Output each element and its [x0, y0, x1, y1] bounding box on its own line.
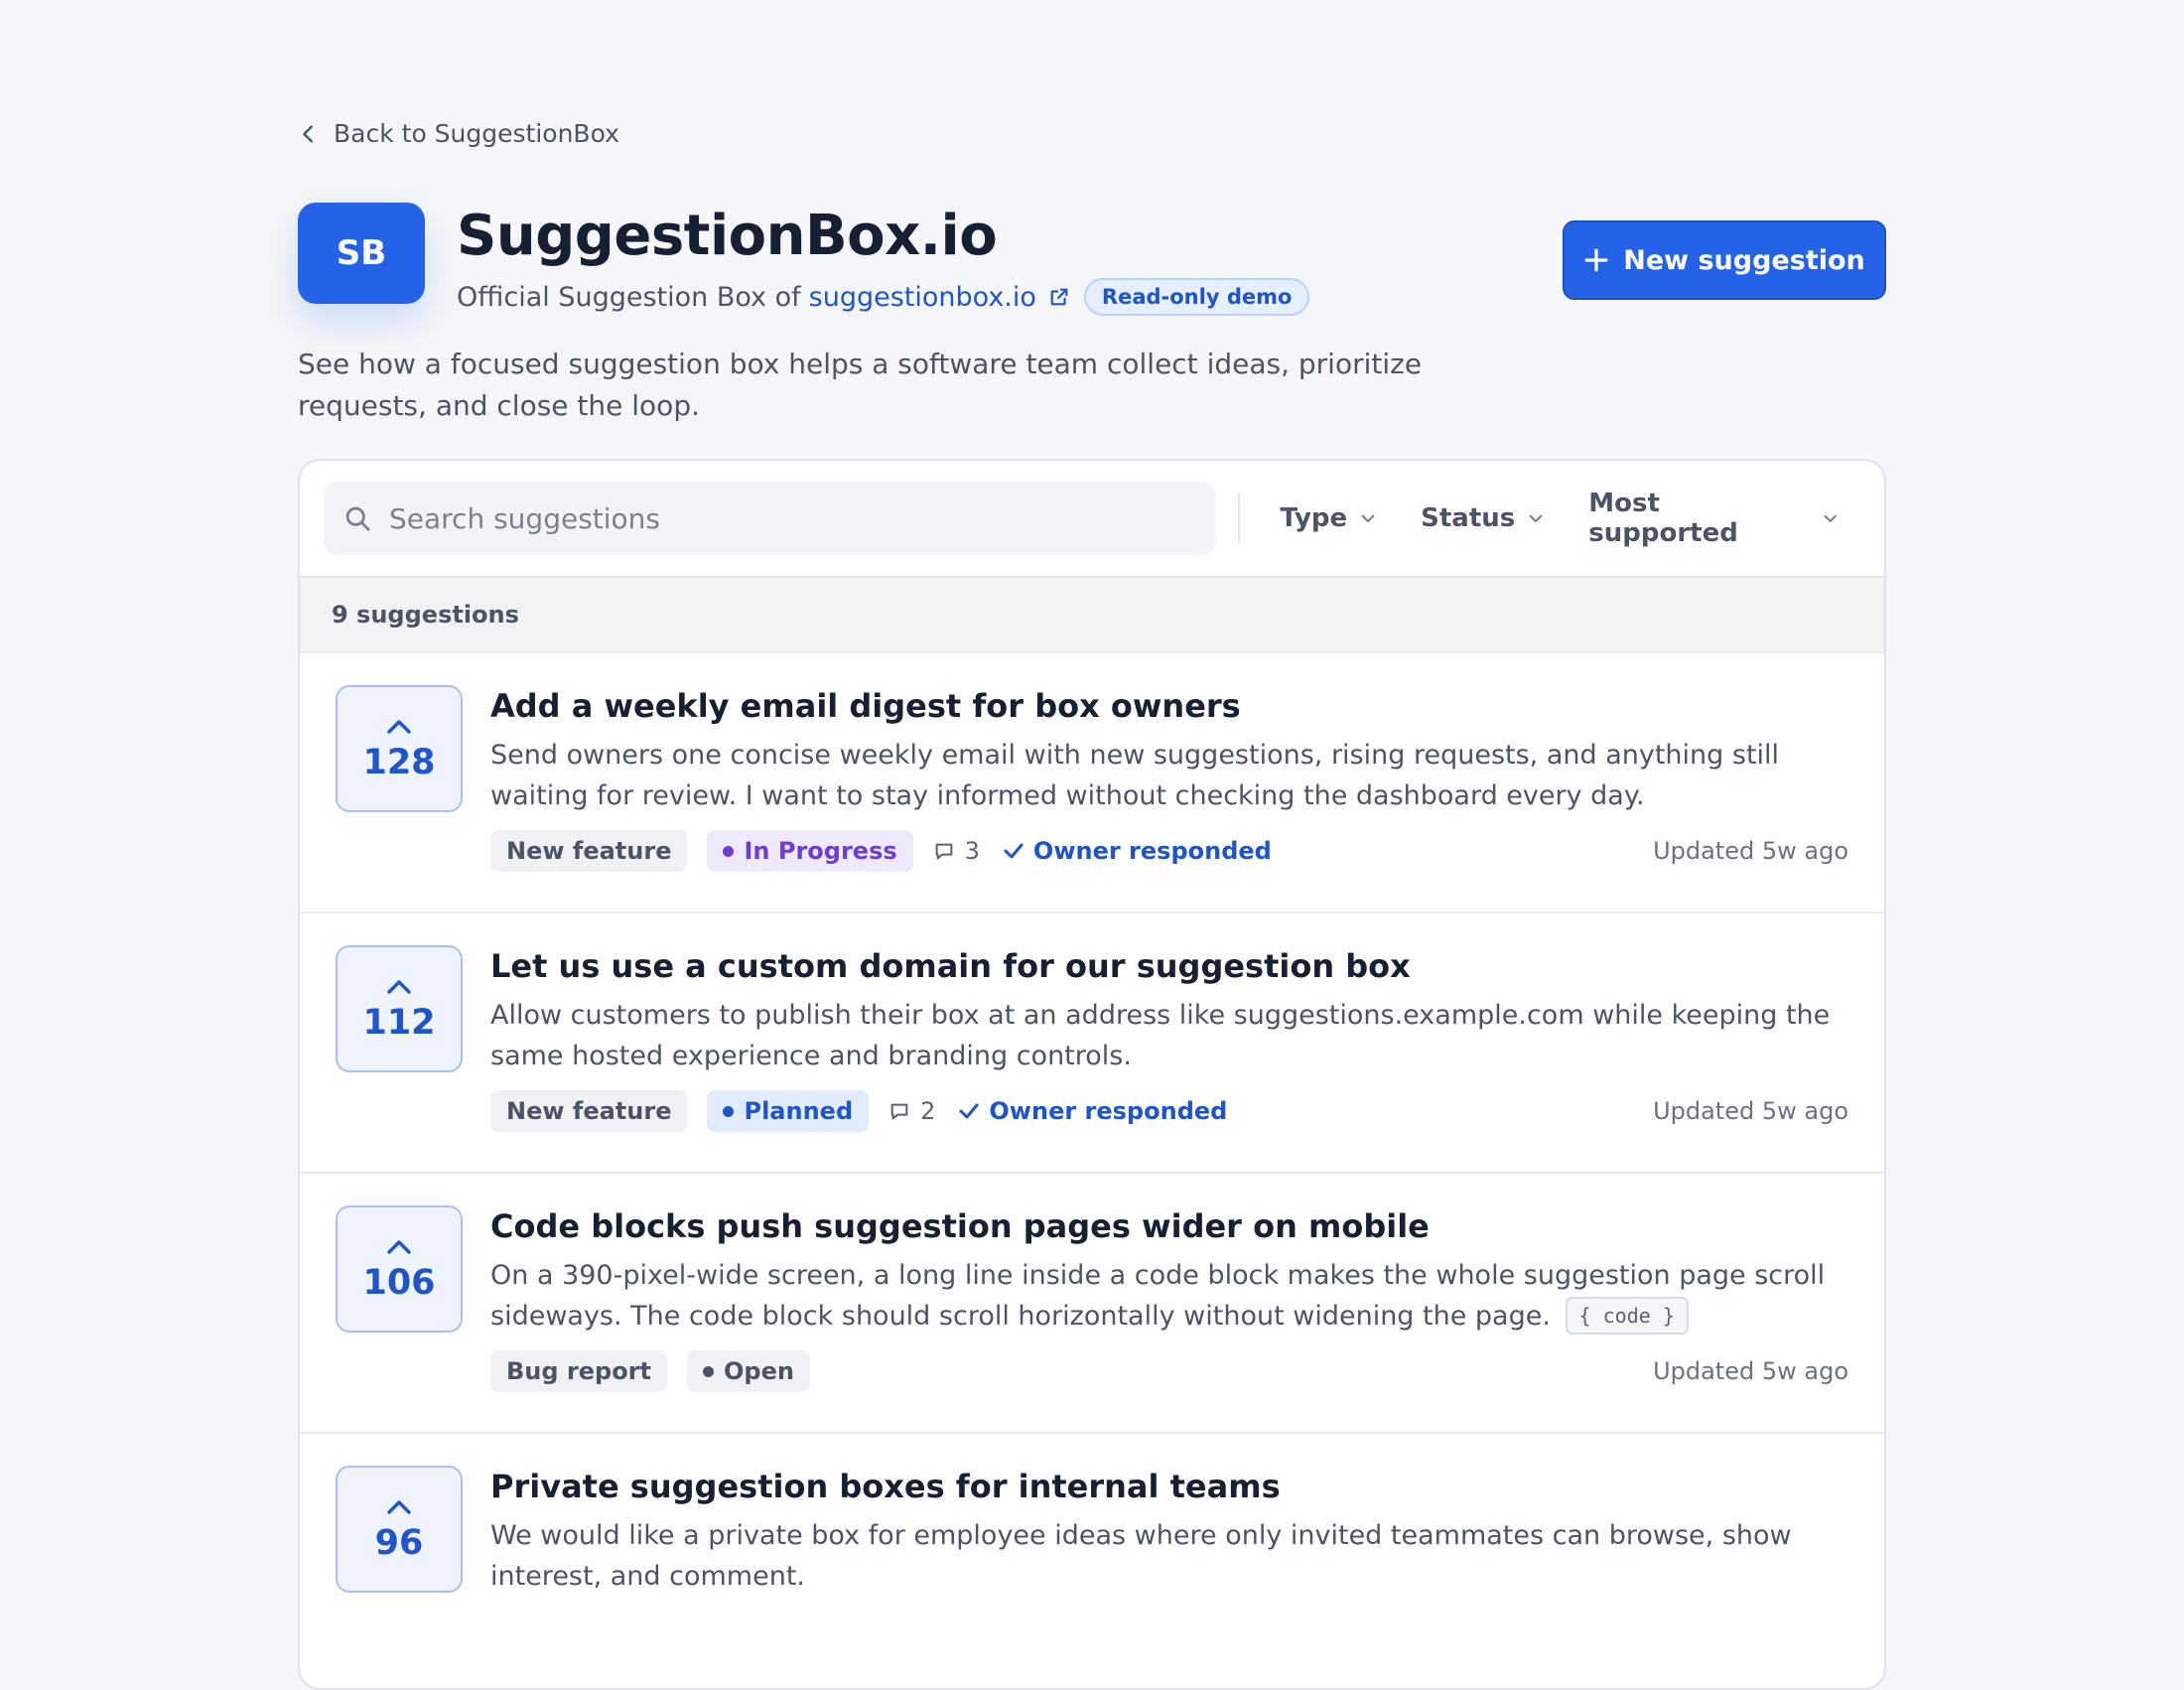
suggestion-meta: Bug report Open Updated 5w ago	[490, 1350, 1848, 1392]
suggestion-meta: New feature Planned 2 Owner responded Update…	[490, 1090, 1848, 1132]
upvote-arrow-icon	[387, 980, 411, 994]
suggestion-list: 128 Add a weekly email digest for box own…	[300, 653, 1884, 1688]
search-icon	[345, 506, 370, 531]
status-label: Planned	[744, 1097, 854, 1125]
status-dot	[723, 1105, 735, 1117]
upvote-arrow-icon	[387, 1500, 411, 1514]
chevron-down-icon	[1824, 514, 1837, 522]
suggestion-description: On a 390-pixel-wide screen, a long line …	[490, 1255, 1860, 1337]
suggestion-title[interactable]: Add a weekly email digest for box owners	[490, 687, 1241, 725]
upvote-button[interactable]: 128	[336, 685, 463, 812]
box-header: SB SuggestionBox.io Official Suggestion …	[298, 203, 1886, 316]
upvote-button[interactable]: 96	[336, 1466, 463, 1593]
intro-text: See how a focused suggestion box helps a…	[298, 348, 1423, 422]
suggestion-title[interactable]: Private suggestion boxes for internal te…	[490, 1468, 1281, 1505]
owner-responded: Owner responded	[1002, 837, 1272, 865]
new-suggestion-button[interactable]: New suggestion	[1563, 220, 1886, 300]
chevron-down-icon	[1361, 514, 1375, 523]
search-input[interactable]	[389, 501, 1197, 535]
status-filter[interactable]: Status	[1421, 503, 1545, 533]
back-link[interactable]: Back to SuggestionBox	[298, 119, 619, 148]
chevron-left-icon	[303, 124, 313, 143]
description-text: Send owners one concise weekly email wit…	[490, 740, 1780, 811]
suggestion-description: We would like a private box for employee…	[490, 1515, 1860, 1597]
sort-dropdown[interactable]: Most supported	[1588, 489, 1839, 548]
subtitle-prefix: Official Suggestion Box of	[457, 281, 801, 313]
comment-icon	[935, 843, 952, 860]
type-tag: New feature	[490, 830, 688, 872]
vote-count: 106	[362, 1263, 436, 1303]
vote-count: 128	[362, 743, 436, 782]
owner-responded-label: Owner responded	[1032, 837, 1272, 865]
suggestion-title[interactable]: Let us use a custom domain for our sugge…	[490, 947, 1411, 985]
type-tag: New feature	[490, 1090, 688, 1132]
status-dot	[703, 1365, 715, 1377]
type-tag: Bug report	[490, 1350, 668, 1392]
new-suggestion-label: New suggestion	[1623, 244, 1865, 276]
status-tag: Open	[687, 1350, 810, 1392]
status-tag: Planned	[707, 1090, 870, 1132]
website-link[interactable]: suggestionbox.io	[809, 282, 1036, 313]
sort-dropdown-label: Most supported	[1588, 489, 1738, 548]
external-link-icon[interactable]	[1048, 286, 1070, 308]
status-label: Open	[724, 1357, 794, 1385]
comment-count: 3	[933, 837, 980, 865]
description-text: Allow customers to publish their box at …	[490, 1000, 1831, 1071]
suggestion-row[interactable]: 106 Code blocks push suggestion pages wid…	[300, 1174, 1884, 1434]
suggestion-row[interactable]: 96 Private suggestion boxes for internal …	[300, 1434, 1884, 1688]
updated-time: Updated 5w ago	[1653, 837, 1848, 865]
box-logo: SB	[298, 203, 425, 304]
back-link-label: Back to SuggestionBox	[334, 119, 619, 148]
comment-icon	[890, 1103, 908, 1120]
status-label: In Progress	[744, 837, 897, 865]
suggestion-meta: New feature In Progress 3 Owner responded Up…	[490, 830, 1848, 872]
updated-time: Updated 5w ago	[1653, 1357, 1848, 1385]
check-icon	[959, 1103, 979, 1119]
upvote-arrow-icon	[387, 1240, 411, 1254]
suggestion-description: Allow customers to publish their box at …	[490, 995, 1860, 1076]
upvote-arrow-icon	[387, 720, 411, 734]
plus-icon	[1584, 248, 1608, 272]
vote-count: 112	[362, 1003, 436, 1043]
description-text: We would like a private box for employee…	[490, 1520, 1792, 1592]
box-subtitle: Official Suggestion Box of suggestionbox…	[457, 278, 1310, 316]
check-icon	[1004, 843, 1024, 859]
filter-toolbar: Type Status Most supported	[300, 461, 1884, 578]
status-filter-label: Status	[1421, 503, 1516, 533]
code-chip: { code }	[1565, 1297, 1689, 1335]
type-filter-label: Type	[1280, 503, 1348, 533]
suggestion-row[interactable]: 112 Let us use a custom domain for our su…	[300, 914, 1884, 1174]
updated-time: Updated 5w ago	[1653, 1097, 1848, 1125]
toolbar-divider	[1238, 493, 1241, 543]
page-title: SuggestionBox.io	[457, 204, 998, 268]
comment-count-value: 2	[920, 1097, 936, 1125]
owner-responded-label: Owner responded	[989, 1097, 1228, 1125]
search-box[interactable]	[324, 482, 1217, 555]
suggestion-description: Send owners one concise weekly email wit…	[490, 735, 1860, 816]
vote-count: 96	[374, 1523, 424, 1563]
upvote-button[interactable]: 112	[336, 945, 463, 1072]
comment-count-value: 3	[964, 837, 980, 865]
upvote-button[interactable]: 106	[336, 1205, 463, 1333]
comment-count: 2	[888, 1097, 935, 1125]
suggestions-panel: Type Status Most supported 9 suggestions…	[298, 459, 1886, 1690]
suggestion-count: 9 suggestions	[300, 578, 1884, 653]
type-filter[interactable]: Type	[1280, 503, 1377, 533]
suggestion-row[interactable]: 128 Add a weekly email digest for box own…	[300, 653, 1884, 914]
suggestion-title[interactable]: Code blocks push suggestion pages wider …	[490, 1207, 1430, 1245]
owner-responded: Owner responded	[957, 1097, 1227, 1125]
read-only-badge: Read-only demo	[1083, 278, 1310, 316]
chevron-down-icon	[1529, 514, 1543, 523]
status-tag: In Progress	[707, 830, 913, 872]
status-dot	[723, 845, 735, 857]
